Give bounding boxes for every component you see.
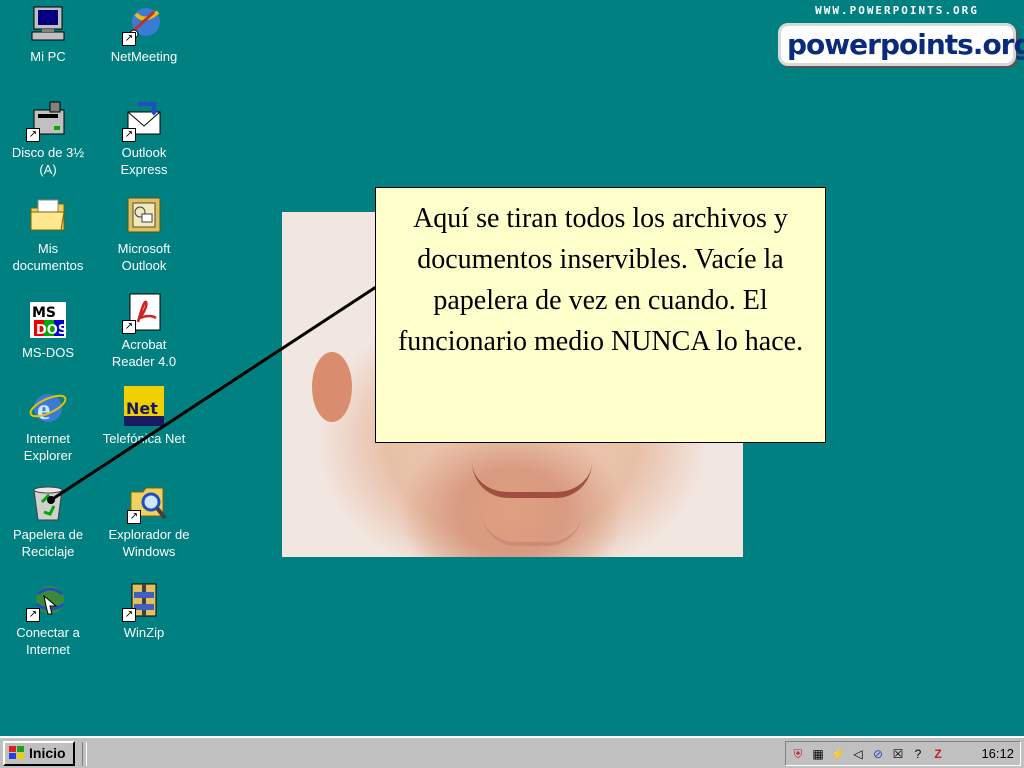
volume-icon[interactable]: ◁ <box>850 746 866 762</box>
start-label: Inicio <box>29 745 66 761</box>
windows-logo-icon <box>9 746 24 759</box>
antivirus-shield-icon[interactable]: ⛨ <box>790 746 806 762</box>
tray-app-icon[interactable]: ▦ <box>810 746 826 762</box>
start-button[interactable]: Inicio <box>3 741 75 766</box>
taskbar-grip[interactable] <box>82 742 87 766</box>
callout-box: Aquí se tiran todos los archivos y docum… <box>375 187 826 443</box>
help-icon[interactable]: ? <box>910 746 926 762</box>
system-tray: ⛨ ▦ ⚡ ◁ ⊘ ☒ ? Z 16:12 <box>785 741 1021 766</box>
taskbar: Inicio ⛨ ▦ ⚡ ◁ ⊘ ☒ ? Z 16:12 <box>0 736 1024 768</box>
power-icon[interactable]: ⚡ <box>830 746 846 762</box>
desktop: Mi PC ↗ Disco de 3½ (A) Mis documentos M… <box>0 0 1024 736</box>
clock[interactable]: 16:12 <box>981 746 1014 761</box>
tray-utility-icon[interactable]: ☒ <box>890 746 906 762</box>
zonealarm-icon[interactable]: Z <box>930 746 946 762</box>
network-icon[interactable]: ⊘ <box>870 746 886 762</box>
